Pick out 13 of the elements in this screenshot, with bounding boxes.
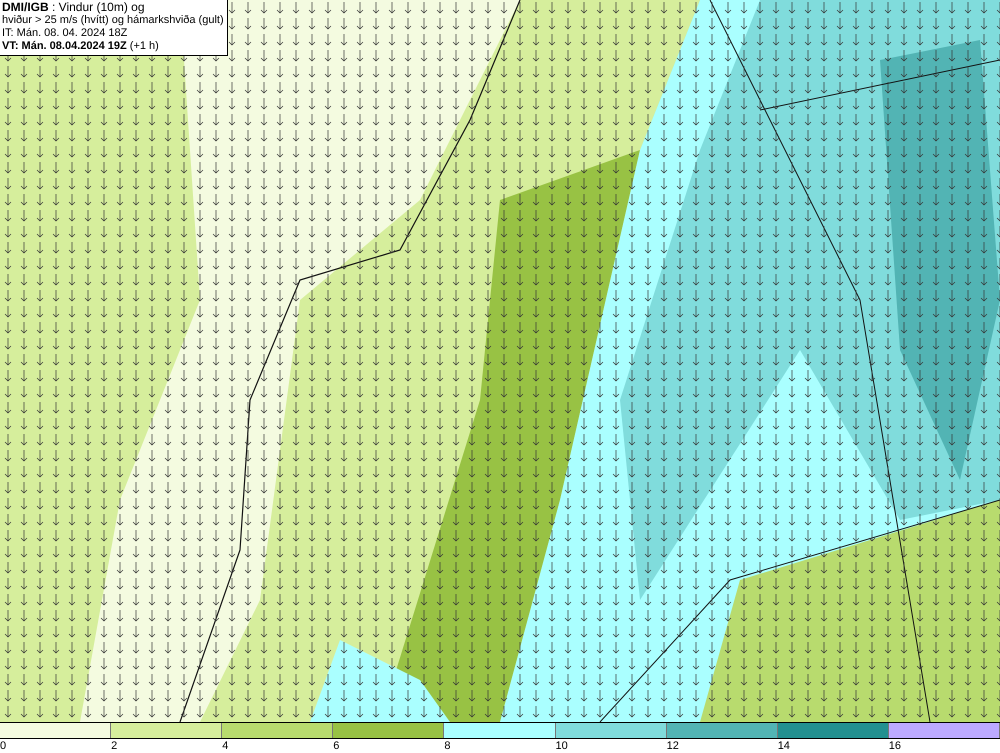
legend-label: 12 bbox=[666, 740, 679, 753]
legend-label: 0 bbox=[0, 740, 6, 753]
title-line: hviður > 25 m/s (hvítt) og hámarkshviða (gult) bbox=[2, 14, 224, 27]
title-line: VT: Mán. 08.04.2024 19Z (+1 h) bbox=[2, 40, 160, 53]
title-line: DMI/IGB : Vindur (10m) og bbox=[2, 1, 146, 14]
legend-label: 16 bbox=[888, 740, 902, 753]
legend-label: 2 bbox=[111, 740, 118, 753]
legend-label: 4 bbox=[222, 740, 228, 753]
legend-label: 8 bbox=[444, 740, 451, 753]
legend-label: 14 bbox=[778, 740, 790, 753]
legend-label: 6 bbox=[333, 740, 340, 753]
legend-label: 10 bbox=[556, 740, 568, 753]
title-line: IT: Mán. 08. 04. 2024 18Z bbox=[2, 27, 128, 40]
